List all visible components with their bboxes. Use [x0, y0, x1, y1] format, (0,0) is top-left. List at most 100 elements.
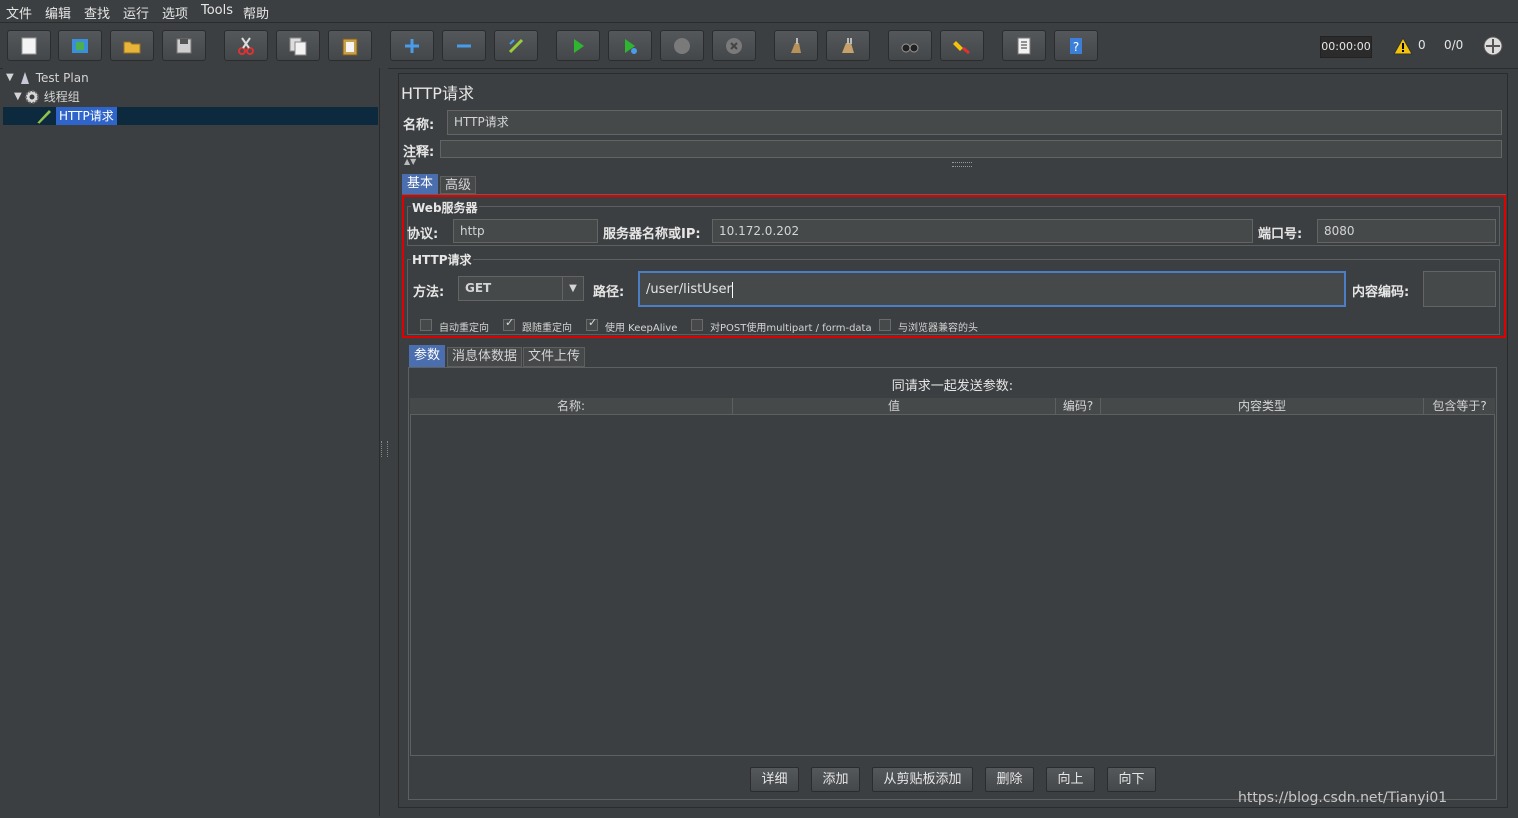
- path-input[interactable]: /user/listUser: [638, 271, 1346, 307]
- checkbox-browser-headers[interactable]: [879, 319, 891, 331]
- warning-icon[interactable]: [1393, 37, 1413, 55]
- expanded-triangle-icon[interactable]: ▼: [6, 69, 14, 87]
- path-label: 路径:: [593, 285, 625, 300]
- tab-parameters[interactable]: 参数: [409, 345, 445, 367]
- resize-grip-icon[interactable]: [952, 162, 972, 167]
- add-from-clipboard-button[interactable]: 从剪贴板添加: [872, 767, 973, 792]
- templates-button[interactable]: [58, 30, 102, 61]
- checkbox-multipart[interactable]: [691, 319, 703, 331]
- menu-options[interactable]: 选项: [162, 3, 188, 22]
- shutdown-button[interactable]: [712, 30, 756, 61]
- save-button[interactable]: [162, 30, 206, 61]
- watermark-text: https://blog.csdn.net/Tianyi01: [1238, 790, 1448, 806]
- menu-tools[interactable]: Tools: [201, 3, 233, 18]
- start-button[interactable]: [556, 30, 600, 61]
- menu-help[interactable]: 帮助: [243, 3, 269, 22]
- tab-file-upload[interactable]: 文件上传: [523, 347, 585, 367]
- column-header-include-equals[interactable]: 包含等于?: [1424, 398, 1495, 415]
- tab-advanced[interactable]: 高级: [440, 176, 476, 194]
- svg-text:?: ?: [1073, 40, 1079, 54]
- paste-button[interactable]: [328, 30, 372, 61]
- menu-file[interactable]: 文件: [6, 3, 32, 22]
- checkmark-icon: ✓: [588, 316, 598, 329]
- menu-bar: 文件 编辑 查找 运行 选项 Tools 帮助: [0, 0, 1518, 23]
- help-button[interactable]: ?: [1054, 30, 1098, 61]
- tree-node-thread-group[interactable]: ▼ 线程组: [14, 88, 80, 106]
- protocol-input[interactable]: http: [453, 219, 598, 243]
- elapsed-timer: 00:00:00: [1320, 36, 1372, 58]
- save-icon: [176, 38, 192, 53]
- list-icon: [1017, 37, 1031, 54]
- copy-icon: [289, 37, 307, 55]
- clear-button[interactable]: [774, 30, 818, 61]
- method-select-value: GET: [465, 281, 492, 295]
- collapse-arrows-icon[interactable]: ▲▼: [404, 158, 416, 166]
- server-label: 服务器名称或IP:: [603, 227, 701, 242]
- remote-status-icon[interactable]: [1482, 35, 1504, 57]
- comment-input[interactable]: [440, 140, 1502, 158]
- port-input[interactable]: 8080: [1317, 219, 1496, 243]
- checkbox-follow-redirect-label: 跟随重定向: [522, 323, 572, 334]
- cut-button[interactable]: [224, 30, 268, 61]
- open-button[interactable]: [110, 30, 154, 61]
- checkbox-follow-redirect[interactable]: ✓: [503, 316, 515, 331]
- shutdown-icon: [726, 37, 742, 54]
- start-no-pause-button[interactable]: [608, 30, 652, 61]
- tree-node-http-request[interactable]: HTTP请求: [35, 107, 117, 125]
- move-up-button[interactable]: 向上: [1046, 767, 1095, 792]
- web-server-legend: Web服务器: [411, 199, 479, 216]
- scissors-icon: [238, 36, 254, 55]
- checkbox-keepalive-label: 使用 KeepAlive: [605, 323, 678, 334]
- tab-body-data[interactable]: 消息体数据: [447, 347, 522, 367]
- split-pane-divider[interactable]: [380, 68, 388, 816]
- tab-basic[interactable]: 基本: [402, 174, 438, 194]
- protocol-label: 协议:: [407, 227, 439, 242]
- collapse-button[interactable]: [442, 30, 486, 61]
- checkbox-multipart-label: 对POST使用multipart / form-data: [710, 323, 872, 334]
- server-input[interactable]: 10.172.0.202: [712, 219, 1253, 243]
- toggle-button[interactable]: [494, 30, 538, 61]
- checkbox-browser-headers-label: 与浏览器兼容的头: [898, 323, 978, 334]
- method-select[interactable]: GET ▼: [458, 276, 584, 301]
- copy-button[interactable]: [276, 30, 320, 61]
- new-button[interactable]: [7, 30, 51, 61]
- pencil-icon: [36, 110, 51, 124]
- warning-count: 0: [1418, 38, 1426, 52]
- encoding-input[interactable]: [1423, 271, 1496, 307]
- dropdown-arrow-icon[interactable]: ▼: [562, 277, 583, 300]
- stop-button[interactable]: [660, 30, 704, 61]
- broom-icon: [791, 37, 801, 53]
- help-icon: ?: [1070, 37, 1082, 54]
- plus-icon: [405, 38, 419, 53]
- column-header-name[interactable]: 名称:: [410, 398, 733, 415]
- expanded-triangle-icon[interactable]: ▼: [14, 88, 22, 106]
- column-header-content-type[interactable]: 内容类型: [1101, 398, 1424, 415]
- divider-grip[interactable]: [381, 441, 388, 457]
- path-input-value: /user/listUser: [646, 282, 732, 297]
- text-cursor: [731, 281, 733, 298]
- test-plan-icon: [20, 72, 29, 84]
- expand-button[interactable]: [390, 30, 434, 61]
- column-header-encode[interactable]: 编码?: [1056, 398, 1101, 415]
- column-header-value[interactable]: 值: [733, 398, 1056, 415]
- menu-search[interactable]: 查找: [84, 3, 110, 22]
- menu-run[interactable]: 运行: [123, 3, 149, 22]
- detail-button[interactable]: 详细: [750, 767, 799, 792]
- new-file-icon: [21, 37, 37, 54]
- binoculars-icon: [901, 43, 919, 52]
- broom-all-icon: [842, 37, 854, 53]
- reset-search-button[interactable]: [940, 30, 984, 61]
- port-label: 端口号:: [1258, 227, 1303, 242]
- checkbox-keepalive[interactable]: ✓: [586, 316, 598, 331]
- tree-node-test-plan[interactable]: ▼ Test Plan: [6, 69, 89, 87]
- delete-button[interactable]: 删除: [985, 767, 1034, 792]
- menu-edit[interactable]: 编辑: [45, 3, 71, 22]
- function-helper-button[interactable]: [1002, 30, 1046, 61]
- add-button[interactable]: 添加: [811, 767, 860, 792]
- search-button[interactable]: [888, 30, 932, 61]
- checkbox-auto-redirect[interactable]: [420, 319, 432, 331]
- name-input[interactable]: HTTP请求: [447, 110, 1502, 135]
- move-down-button[interactable]: 向下: [1107, 767, 1156, 792]
- clear-all-button[interactable]: [826, 30, 870, 61]
- reset-search-icon: [953, 40, 970, 54]
